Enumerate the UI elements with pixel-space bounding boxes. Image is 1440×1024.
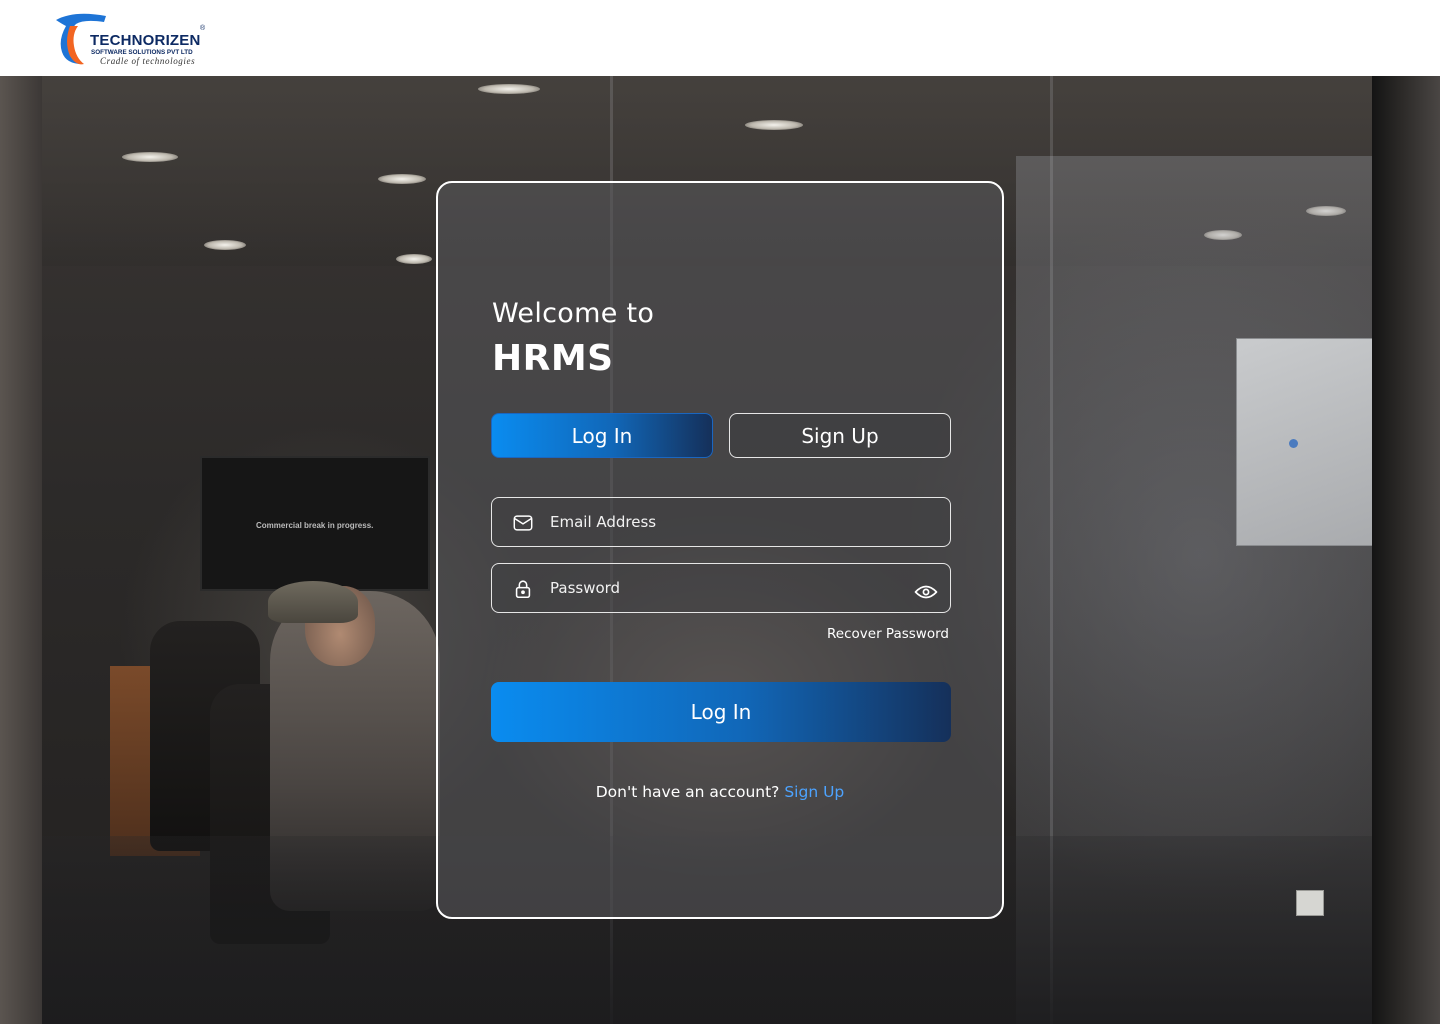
signup-link[interactable]: Sign Up bbox=[784, 783, 844, 801]
tab-login[interactable]: Log In bbox=[491, 413, 713, 458]
password-input[interactable] bbox=[550, 564, 910, 612]
left-wall bbox=[0, 76, 42, 1024]
top-header: TECHNORIZEN ® SOFTWARE SOLUTIONS PVT LTD… bbox=[0, 0, 1440, 76]
ceiling-light bbox=[378, 174, 426, 184]
recover-password-link[interactable]: Recover Password bbox=[827, 626, 949, 642]
wall-outlet bbox=[1296, 890, 1324, 916]
logo-tagline: Cradle of technologies bbox=[100, 56, 196, 66]
wall-tv: Commercial break in progress. bbox=[200, 456, 430, 591]
mail-icon bbox=[513, 515, 533, 531]
technorizen-logo[interactable]: TECHNORIZEN ® SOFTWARE SOLUTIONS PVT LTD… bbox=[54, 12, 214, 68]
logo-name: TECHNORIZEN bbox=[90, 32, 201, 49]
board-logo-icon bbox=[1289, 439, 1298, 448]
ceiling-light bbox=[396, 254, 432, 264]
signup-prompt: Don't have an account? Sign Up bbox=[438, 783, 1002, 801]
eye-icon[interactable] bbox=[914, 582, 938, 602]
ceiling-light bbox=[478, 84, 540, 94]
login-submit-button[interactable]: Log In bbox=[491, 682, 951, 742]
email-field[interactable] bbox=[491, 497, 951, 547]
lock-icon bbox=[515, 580, 531, 599]
tab-signup[interactable]: Sign Up bbox=[729, 413, 951, 458]
ceiling-light bbox=[204, 240, 246, 250]
password-field[interactable] bbox=[491, 563, 951, 613]
welcome-text: Welcome to bbox=[492, 298, 655, 329]
signup-prompt-text: Don't have an account? bbox=[595, 783, 785, 801]
email-input[interactable] bbox=[550, 498, 910, 546]
wall-board bbox=[1236, 338, 1374, 546]
logo-registered-mark: ® bbox=[200, 25, 206, 32]
tv-screen-text: Commercial break in progress. bbox=[256, 521, 374, 530]
right-wall bbox=[1372, 76, 1440, 1024]
ceiling-light bbox=[745, 120, 803, 130]
person-cap bbox=[268, 581, 358, 623]
app-title: HRMS bbox=[492, 338, 614, 379]
ceiling-light bbox=[122, 152, 178, 162]
login-card: Welcome to HRMS Log In Sign Up Recover P… bbox=[436, 181, 1004, 919]
logo-subtitle: SOFTWARE SOLUTIONS PVT LTD bbox=[91, 49, 193, 56]
